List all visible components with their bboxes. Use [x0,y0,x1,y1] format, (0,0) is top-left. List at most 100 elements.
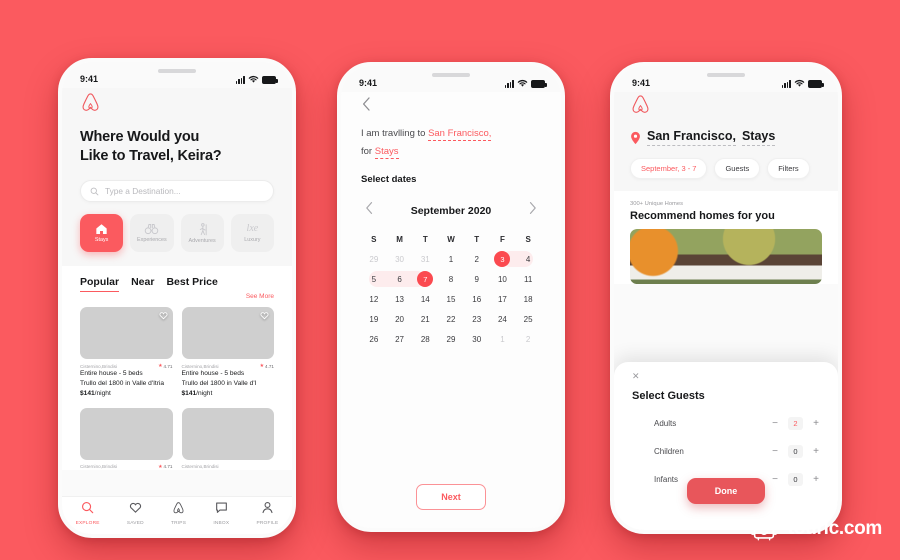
listing-card[interactable]: Cisternino,Brindisi ★ 4.71 [80,407,173,470]
chip-dates[interactable]: September, 3 - 7 [630,158,708,179]
calendar-day[interactable]: 10 [490,269,516,289]
listing-host: Cisternino,Brindisi [181,463,219,469]
decrement-button[interactable]: − [771,418,779,429]
calendar-day[interactable]: 1 [438,249,464,269]
back-button[interactable] [361,96,541,117]
done-button[interactable]: Done [686,478,766,504]
decrement-button[interactable]: − [771,446,779,457]
category-chip-adventures[interactable]: Adventures [180,214,224,253]
calendar-day[interactable]: 22 [438,309,464,329]
recommendation-photo[interactable] [630,229,822,284]
trip-type-value[interactable]: Stays [374,145,399,159]
listing-rating: ★ 4.71 [259,363,274,370]
chip-filters[interactable]: Filters [767,158,810,179]
tabbar-item-inbox[interactable]: INBOX [213,501,229,526]
calendar-day[interactable]: 11 [515,269,541,289]
calendar-day[interactable]: 24 [490,309,516,329]
speaker-grille [707,73,745,77]
listing-photo [80,307,173,360]
calendar-day-in-range[interactable]: 4 [515,249,541,269]
calendar-week: 26 27 28 29 30 1 2 [361,329,541,349]
calendar-day[interactable]: 2 [515,329,541,349]
close-icon[interactable]: ✕ [632,371,820,382]
chip-guests[interactable]: Guests [714,158,761,179]
calendar-next-button[interactable] [528,201,537,220]
calendar-day[interactable]: 26 [361,329,387,349]
category-chip-luxury[interactable]: lxe Luxury [230,214,274,253]
listing-card[interactable]: Cisternino,Brindisi ★ 4.71 Entire house -… [181,307,274,399]
guest-count-value: 2 [788,417,803,430]
tabbar-item-profile[interactable]: PROFILE [256,501,278,526]
calendar-day[interactable]: 27 [387,329,413,349]
calendar-day[interactable]: 13 [387,289,413,309]
calendar-day[interactable]: 29 [438,329,464,349]
calendar-day[interactable]: 9 [464,269,490,289]
category-chip-stays[interactable]: Stays [80,214,124,253]
calendar-day[interactable]: 25 [515,309,541,329]
calendar-day[interactable]: 18 [515,289,541,309]
calendar-day[interactable]: 8 [438,269,464,289]
airbnb-belo-logo [82,93,99,111]
tabbar-item-explore[interactable]: EXPLORE [76,501,100,526]
calendar-day-in-range[interactable]: 6 [386,269,413,289]
calendar-day[interactable]: 23 [464,309,490,329]
airbnb-belo-icon [172,501,185,519]
category-label: Luxury [244,237,261,244]
speaker-grille [158,69,196,73]
calendar-day[interactable]: 16 [464,289,490,309]
category-chip-experiences[interactable]: Experiences [130,214,174,253]
calendar-day[interactable]: 29 [361,249,387,269]
star-icon: ★ [158,363,163,370]
calendar-day-range-end[interactable]: 7 [412,269,438,289]
calendar-day[interactable]: 28 [412,329,438,349]
status-bar: 9:41 [62,62,292,88]
sentence-for: for [361,145,375,157]
calendar-day[interactable]: 31 [412,249,438,269]
increment-button[interactable]: + [812,446,820,457]
recommendations-section: 300+ Unique Homes Recommend homes for yo… [614,191,838,284]
search-location-row[interactable]: San Francisco, Stays [630,129,822,146]
calendar-day[interactable]: 15 [438,289,464,309]
calendar-week: 5 6 7 8 9 10 11 [361,269,541,289]
calendar-day[interactable]: 17 [490,289,516,309]
bottom-tab-bar: EXPLORE SAVED TRIPS INBOX PROFILE [62,496,292,534]
category-label: Stays [94,237,109,244]
tabbar-item-saved[interactable]: SAVED [127,501,144,526]
listing-card[interactable]: Cisternino,Brindisi ★ 4.71 Entire house -… [80,307,173,399]
calendar-day[interactable]: 1 [490,329,516,349]
listing-card[interactable]: Cisternino,Brindisi [181,407,274,470]
calendar-day[interactable]: 14 [412,289,438,309]
listing-rating: ★ 4.71 [158,363,173,370]
calendar-day[interactable]: 30 [387,249,413,269]
tab-popular[interactable]: Popular [80,276,120,293]
quantity-stepper: − 0 + [771,445,820,458]
listing-photo [181,307,274,360]
calendar-day[interactable]: 21 [412,309,438,329]
calendar-day-in-range[interactable]: 5 [361,269,387,289]
heart-icon[interactable] [260,311,269,320]
calendar-day[interactable]: 20 [387,309,413,329]
person-icon [261,501,274,519]
tabbar-label: SAVED [126,521,144,526]
listing-photo [80,407,173,460]
listing-rating: ★ 4.71 [158,463,173,470]
increment-button[interactable]: + [812,418,820,429]
phone-mockup-select-dates: 9:41 I am travlling to San Francisco, fo… [337,62,565,532]
tab-best-price[interactable]: Best Price [166,276,217,291]
calendar-day[interactable]: 30 [464,329,490,349]
next-button[interactable]: Next [416,484,486,510]
tabbar-item-trips[interactable]: TRIPS [171,501,186,526]
search-input[interactable]: Type a Destination... [80,180,274,203]
airbnb-belo-logo [632,95,649,113]
see-more-link[interactable]: See More [80,293,274,300]
calendar-day[interactable]: 19 [361,309,387,329]
day-header: T [422,235,428,245]
heart-icon[interactable] [159,311,168,320]
destination-value[interactable]: San Francisco, [428,128,492,141]
calendar-day-range-start[interactable]: 3 [490,249,516,269]
tab-near[interactable]: Near [131,276,154,291]
battery-icon [531,80,547,88]
calendar-prev-button[interactable] [365,201,374,220]
calendar-day[interactable]: 2 [464,249,490,269]
calendar-day[interactable]: 12 [361,289,387,309]
